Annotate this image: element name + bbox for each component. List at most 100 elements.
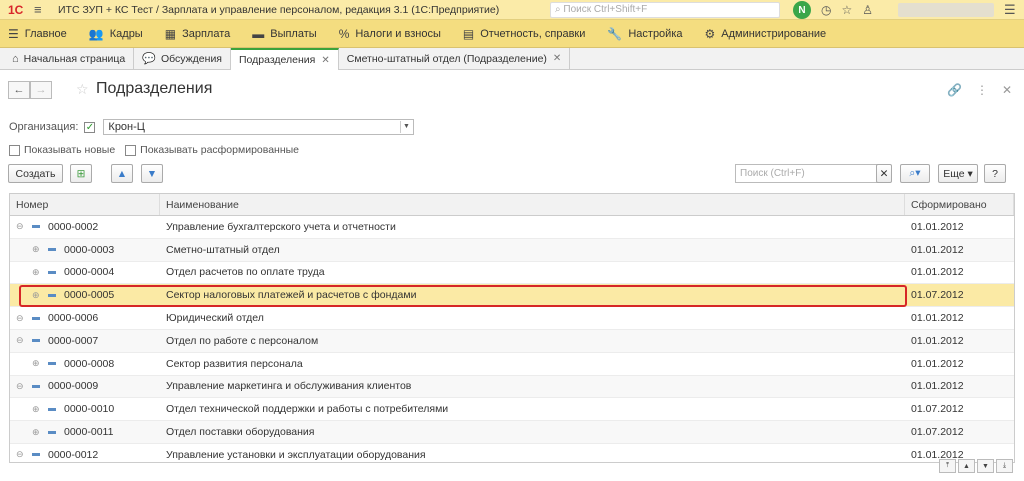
tree-collapse-icon[interactable]: ⊖ [16,221,28,232]
section-main[interactable]: ☰ Главное [8,27,67,41]
department-name: Отдел расчетов по оплате труда [166,266,325,279]
tab-label: Начальная страница [23,52,126,65]
column-formed[interactable]: Сформировано [905,194,1014,215]
search-options-button[interactable]: ⌕▾ [900,164,930,183]
cell-number: ⊕ 0000-0004 [10,262,160,284]
link-icon[interactable]: 🔗 [947,83,962,97]
tab-label: Обсуждения [160,52,222,65]
section-settings[interactable]: 🔧 Настройка [607,27,682,41]
clear-search-icon[interactable]: ✕ [876,164,892,183]
window-menu-icon[interactable]: ☰ [1004,2,1016,18]
more-vertical-icon[interactable]: ⋮ [976,83,988,97]
department-icon [48,430,56,434]
tree-expand-icon[interactable]: ⊕ [32,404,44,415]
table-row[interactable]: ⊖ 0000-0002 Управление бухгалтерского учет… [10,216,1014,239]
list-search-input[interactable]: Поиск (Ctrl+F) [735,164,885,183]
formed-date: 01.01.2012 [911,220,964,233]
page-title: Подразделения [96,80,213,97]
tree-expand-icon[interactable]: ⊕ [32,267,44,278]
scroll-buttons: ⤒ ▲ ▼ ⤓ [939,459,1013,473]
section-payments[interactable]: ▬ Выплаты [252,27,316,41]
wallet-icon: ▬ [252,26,265,41]
create-button[interactable]: Создать [8,164,63,183]
home-icon: ⌂ [12,52,19,65]
column-number[interactable]: Номер [10,194,160,215]
window-title: ИТС ЗУП + КС Тест / Зарплата и управлени… [58,3,500,16]
department-icon [48,293,56,297]
section-reports[interactable]: ▤ Отчетность, справки [463,27,586,41]
cell-number: ⊕ 0000-0010 [10,398,160,420]
chevron-down-icon[interactable]: ▼ [400,121,411,133]
more-button[interactable]: Еще ▾ [938,164,978,183]
department-number: 0000-0011 [64,426,114,439]
table-row[interactable]: ⊕ 0000-0004 Отдел расчетов по оплате труда… [10,262,1014,285]
notifications-icon[interactable]: N [793,1,811,19]
hamburger-menu-icon[interactable]: ≡ [34,2,50,17]
tree-collapse-icon[interactable]: ⊖ [16,449,28,460]
table-row[interactable]: ⊕ 0000-0003 Сметно-штатный отдел 01.01.2012 [10,238,1014,262]
formed-date: 01.01.2012 [911,312,964,325]
tab-discussions[interactable]: 💬 Обсуждения [134,48,231,69]
scroll-up-icon[interactable]: ▲ [958,459,975,473]
table-row[interactable]: ⊖ 0000-0012 Управление установки и эксплуа… [10,444,1014,462]
show-new-checkbox[interactable] [9,144,20,156]
favorites-star-icon[interactable]: ☆ [841,3,852,17]
department-icon [32,453,40,457]
move-down-icon[interactable]: ▼ [141,164,163,183]
history-icon[interactable]: ◷ [821,3,831,17]
scroll-down-icon[interactable]: ▼ [977,459,994,473]
list-toolbar: Создать ⊞ ▲ ▼ Поиск (Ctrl+F) ✕ ⌕▾ Еще ▾ … [8,164,1014,184]
table-row[interactable]: ⊖ 0000-0009 Управление маркетинга и обслуж… [10,375,1014,399]
gear-icon: ⚙ [704,26,716,41]
table-row[interactable]: ⊖ 0000-0007 Отдел по работе с персоналом 01… [10,329,1014,353]
show-disbanded-checkbox[interactable] [125,144,137,156]
tree-expand-icon[interactable]: ⊕ [32,244,44,255]
close-icon[interactable]: ✕ [553,53,561,64]
table-row[interactable]: ⊕ 0000-0010 Отдел технической поддержки и … [10,398,1014,422]
table-body: ⊖ 0000-0002 Управление бухгалтерского учет… [10,216,1014,462]
organization-value: Крон-Ц [108,121,145,133]
back-arrow-icon[interactable]: ← [8,81,30,99]
table-row[interactable]: ⊖ 0000-0006 Юридический отдел 01.01.2012 [10,307,1014,330]
tree-expand-icon[interactable]: ⊕ [32,427,44,438]
department-icon [32,316,40,320]
create-group-icon[interactable]: ⊞ [70,164,92,183]
department-name: Отдел поставки оборудования [166,426,315,439]
tab-staffing-department[interactable]: Сметно-штатный отдел (Подразделение) ✕ [339,48,571,69]
table-row[interactable]: ⊕ 0000-0011 Отдел поставки оборудования 01.… [10,421,1014,444]
close-icon[interactable]: ✕ [321,55,329,66]
user-icon[interactable]: ♙ [862,3,873,17]
section-salary[interactable]: ▦ Зарплата [165,27,231,41]
organization-label: Организация: [9,121,79,133]
scroll-bottom-icon[interactable]: ⤓ [996,459,1013,473]
tree-collapse-icon[interactable]: ⊖ [16,335,28,346]
section-label: Отчетность, справки [480,27,586,40]
table-row[interactable]: ⊕ 0000-0008 Сектор развития персонала 01.01… [10,353,1014,376]
tree-collapse-icon[interactable]: ⊖ [16,381,28,392]
help-button[interactable]: ? [984,164,1006,183]
move-up-icon[interactable]: ▲ [111,164,133,183]
table-row[interactable]: ⊕ 0000-0005 Сектор налоговых платежей и ра… [10,284,1014,308]
scroll-top-icon[interactable]: ⤒ [939,459,956,473]
organization-checkbox[interactable]: ✓ [84,121,96,133]
formed-date: 01.07.2012 [911,426,964,439]
show-new-label: Показывать новые [24,144,116,156]
global-search-input[interactable]: ⌕ Поиск Ctrl+Shift+F [550,2,780,18]
tab-home[interactable]: ⌂ Начальная страница [4,48,135,69]
section-taxes[interactable]: % Налоги и взносы [339,27,441,41]
tab-departments[interactable]: Подразделения ✕ [231,48,339,70]
tree-expand-icon[interactable]: ⊕ [32,290,44,301]
favorite-star-icon[interactable]: ☆ [76,81,89,98]
tree-expand-icon[interactable]: ⊕ [32,358,44,369]
column-name[interactable]: Наименование [160,194,905,215]
forward-arrow-icon[interactable]: → [30,81,52,99]
section-hr[interactable]: 👥 Кадры [89,27,143,41]
section-admin[interactable]: ⚙ Администрирование [705,27,827,41]
organization-select[interactable]: Крон-Ц ▼ [103,119,415,135]
cell-number: ⊖ 0000-0006 [10,307,160,329]
tree-collapse-icon[interactable]: ⊖ [16,313,28,324]
table-header: Номер Наименование Сформировано [10,194,1014,216]
cell-number: ⊖ 0000-0009 [10,376,160,398]
section-label: Налоги и взносы [355,27,441,40]
close-icon[interactable]: ✕ [1002,83,1012,97]
